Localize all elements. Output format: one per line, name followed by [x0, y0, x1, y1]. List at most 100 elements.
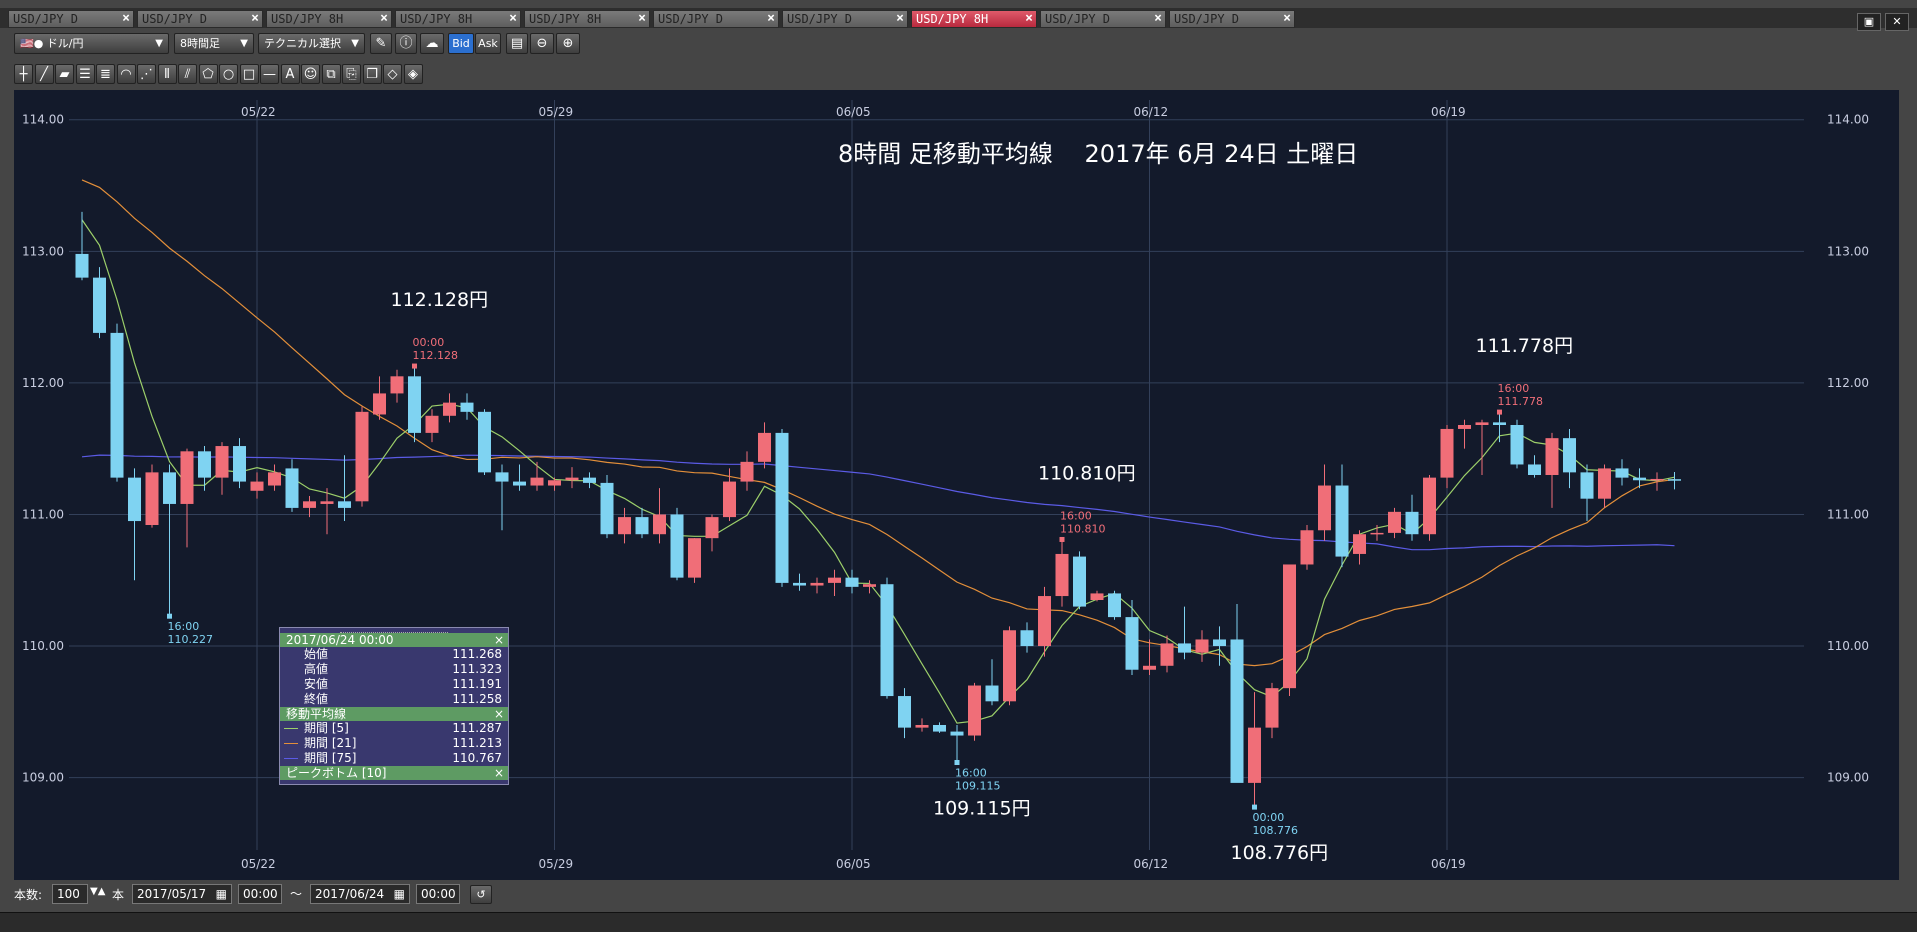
close-window-button[interactable]: ✕	[1885, 13, 1909, 31]
close-tab-icon[interactable]: ×	[1025, 11, 1033, 27]
peak-marker	[1059, 536, 1065, 542]
tab-1[interactable]: USD/JPY D ×	[137, 10, 263, 28]
cloud-icon[interactable]: ☁	[420, 33, 444, 54]
ma-label: 期間 [5]	[304, 721, 349, 735]
tab-5[interactable]: USD/JPY D ×	[653, 10, 779, 28]
close-tab-icon[interactable]: ×	[509, 11, 517, 27]
info-date: 2017/06/24 00:00	[286, 633, 394, 647]
line-icon[interactable]: ╱	[34, 64, 54, 84]
close-tab-icon[interactable]: ×	[1154, 11, 1162, 27]
tab-3[interactable]: USD/JPY 8H ×	[395, 10, 521, 28]
refresh-icon[interactable]: ↺	[470, 885, 492, 904]
candle-body	[565, 477, 579, 481]
candle-body	[1283, 564, 1296, 689]
peak-marker	[1497, 409, 1502, 415]
candle-body	[460, 402, 474, 412]
close-tab-icon[interactable]: ×	[638, 11, 646, 27]
x-tick-label-top: 06/12	[1134, 105, 1169, 119]
channel-icon[interactable]: ≣	[96, 64, 115, 84]
end-date-input[interactable]: 2017/06/24 ▦	[310, 884, 410, 904]
copy-icon[interactable]: ⧉	[321, 64, 341, 84]
close-tab-icon[interactable]: ×	[251, 11, 259, 27]
start-date: 2017/05/17	[137, 887, 207, 901]
symbol-select[interactable]: 🇺🇸● ドル/円 ▼	[14, 33, 169, 54]
tab-2[interactable]: USD/JPY 8H ×	[266, 10, 392, 28]
x-tick-label-top: 06/05	[836, 105, 871, 119]
peak-time-label: 00:00	[413, 336, 445, 349]
tab-8[interactable]: USD/JPY D ×	[1040, 10, 1166, 28]
peak-marker	[412, 363, 417, 369]
circle-icon[interactable]: ○	[219, 64, 238, 84]
eraser-icon[interactable]: ◇	[383, 64, 402, 84]
fan-icon[interactable]: ⋰	[137, 64, 156, 84]
hlines-icon[interactable]: ☰	[75, 64, 95, 84]
start-time-input[interactable]: 00:00	[238, 884, 282, 904]
candle-body	[583, 477, 596, 483]
close-icon[interactable]: ×	[494, 707, 504, 721]
pentagon-icon[interactable]: ⬠	[198, 64, 218, 84]
count-input[interactable]: 100	[52, 884, 88, 904]
chart-type-icon[interactable]: ▤	[506, 33, 528, 54]
pitchfork-icon[interactable]: ⫽	[178, 64, 197, 84]
candle-body	[93, 277, 106, 333]
candle-body	[723, 481, 736, 518]
arc-icon[interactable]: ◠	[116, 64, 136, 84]
data-window-panel[interactable]: 2017/06/24 00:00 × 始値 111.268 高値 111.323 安値 11…	[279, 627, 509, 785]
price-callout: 110.810円	[1038, 462, 1136, 484]
info-icon[interactable]: ⓘ	[395, 33, 417, 54]
tab-4[interactable]: USD/JPY 8H ×	[524, 10, 650, 28]
clear-all-icon[interactable]: ◈	[403, 64, 423, 84]
ohlc-label: 終値	[304, 692, 329, 706]
pencil-icon[interactable]: ✎	[370, 33, 392, 54]
crosshair-icon[interactable]: ┼	[14, 64, 33, 84]
close-tab-icon[interactable]: ×	[380, 11, 388, 27]
tab-label: USD/JPY D	[787, 12, 853, 26]
tab-6[interactable]: USD/JPY D ×	[782, 10, 908, 28]
peak-marker	[954, 760, 960, 765]
candle-body	[1563, 438, 1576, 473]
vlines-icon[interactable]: ⦀	[157, 64, 177, 84]
bid-button[interactable]: Bid	[448, 33, 474, 54]
ask-button[interactable]: Ask	[475, 33, 501, 54]
timeframe-select[interactable]: 8時間足 ▼	[174, 33, 254, 54]
candle-body	[915, 725, 929, 728]
bottom-time-label: 16:00	[168, 620, 200, 633]
end-time-input[interactable]: 00:00	[416, 884, 460, 904]
close-tab-icon[interactable]: ×	[122, 11, 130, 27]
paste-icon[interactable]: ⎘	[342, 64, 361, 84]
technical-select[interactable]: テクニカル選択 ▼	[258, 33, 365, 54]
close-tab-icon[interactable]: ×	[896, 11, 904, 27]
zoom-in-icon[interactable]: ⊕	[556, 33, 580, 54]
calendar-icon[interactable]: ▦	[216, 885, 227, 903]
candle-body	[443, 402, 456, 416]
tab-7[interactable]: USD/JPY 8H ×	[911, 10, 1037, 28]
candle-body	[1405, 511, 1419, 535]
tab-label: USD/JPY D	[142, 12, 208, 26]
candle-body	[1038, 596, 1051, 647]
candle-body	[513, 481, 526, 486]
restore-window-button[interactable]: ▣	[1857, 13, 1881, 31]
ma-color-swatch	[284, 743, 298, 744]
close-icon[interactable]: ×	[494, 633, 504, 647]
y-tick-label-left: 114.00	[22, 113, 64, 127]
ruler-icon[interactable]: ▰	[55, 64, 74, 84]
candle-body	[1475, 422, 1489, 425]
icon-stamp-icon[interactable]: ☺	[301, 64, 320, 84]
hline-icon[interactable]: —	[260, 64, 279, 84]
zoom-out-icon[interactable]: ⊖	[530, 33, 554, 54]
bottom-value-label: 110.227	[168, 633, 214, 646]
tab-9[interactable]: USD/JPY D ×	[1169, 10, 1295, 28]
layers-icon[interactable]: ❐	[362, 64, 382, 84]
start-date-input[interactable]: 2017/05/17 ▦	[132, 884, 232, 904]
close-icon[interactable]: ×	[494, 766, 504, 780]
range-separator: 〜	[290, 887, 303, 901]
rectangle-icon[interactable]: □	[239, 64, 259, 84]
close-tab-icon[interactable]: ×	[1283, 11, 1291, 27]
tab-0[interactable]: USD/JPY D ×	[8, 10, 134, 28]
calendar-icon[interactable]: ▦	[394, 885, 405, 903]
close-tab-icon[interactable]: ×	[767, 11, 775, 27]
peak-marker	[167, 613, 172, 619]
text-icon[interactable]: A	[280, 64, 300, 84]
spin-arrows-icon[interactable]: ▼▲	[90, 886, 105, 897]
ohlc-label: 安値	[304, 677, 329, 691]
